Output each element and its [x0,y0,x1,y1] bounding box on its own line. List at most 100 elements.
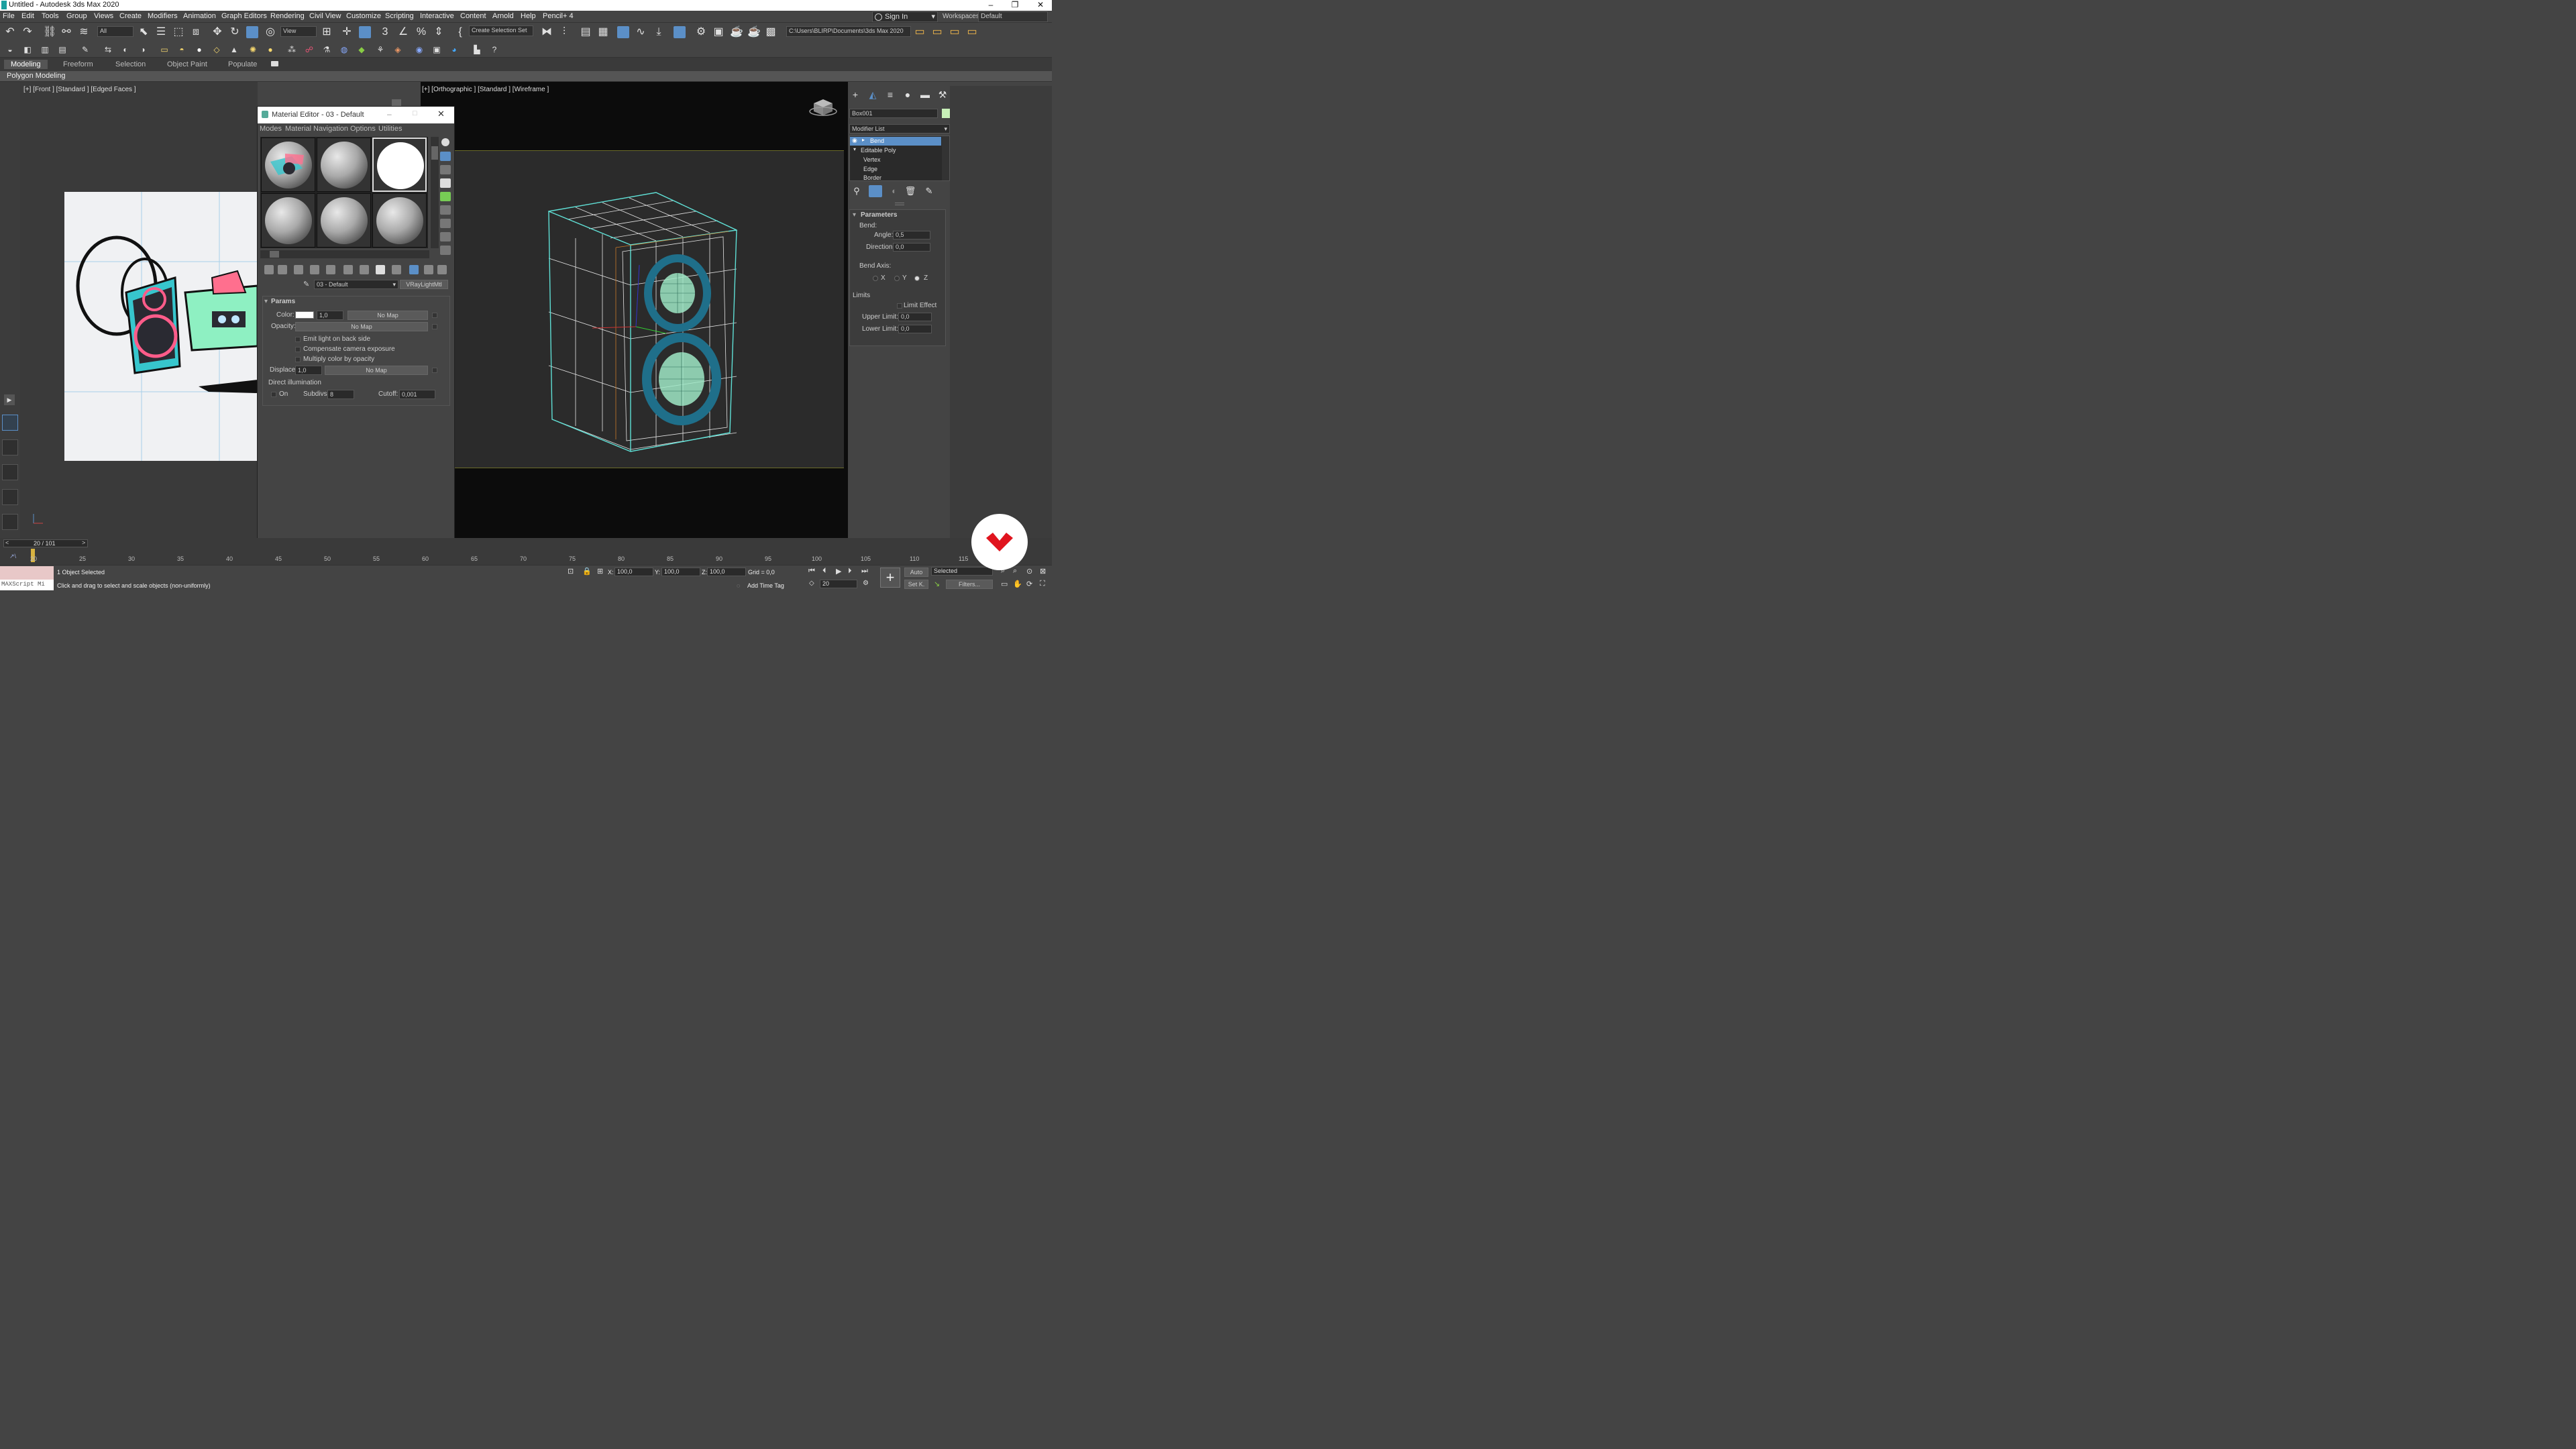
sample-slot-4[interactable] [261,193,315,248]
remove-modifier-icon[interactable]: 🗑 [904,185,916,197]
vray-bucket-icon[interactable]: ◐ [119,44,131,56]
vray-sphere-light-icon[interactable]: ● [193,44,205,56]
menu-help[interactable]: Help [521,12,536,20]
slots-scrollbar[interactable] [431,137,439,248]
absolute-mode-icon[interactable]: ⊞ [597,567,603,576]
reset-material-icon[interactable] [310,265,319,274]
workspace-select[interactable]: Default [978,11,1048,22]
go-to-start-icon[interactable]: ⏮ [808,567,815,576]
modify-tab-icon[interactable]: ◭ [867,89,879,101]
curve-editor-icon[interactable]: ∿ [635,26,647,38]
polygon-modeling-label[interactable]: Polygon Modeling [7,72,65,80]
time-config-icon[interactable]: ⚙ [863,580,869,587]
window-crossing-icon[interactable]: ⧈ [190,26,202,38]
menu-rendering[interactable]: Rendering [270,12,305,20]
color-map-checkbox[interactable] [432,313,437,318]
get-material-icon[interactable] [264,265,274,274]
select-manipulate-icon[interactable]: ✛ [341,26,353,38]
save-folder-icon[interactable]: ▭ [949,26,961,38]
pencil-settings-icon[interactable]: ▤ [56,44,68,56]
panel-divider[interactable] [895,203,904,205]
rollout-collapse-icon[interactable]: ▾ [853,211,856,219]
eyedropper-icon[interactable]: ✎ [303,280,309,288]
next-frame-icon[interactable]: ⏵ [848,567,852,576]
add-time-tag-button[interactable]: Add Time Tag [747,582,784,589]
put-to-library-icon[interactable] [360,265,369,274]
minimize-button[interactable]: – [983,0,998,11]
color-multiplier-spinner[interactable]: 1,0 [317,311,343,320]
me-menu-navigation[interactable]: Navigation [313,125,348,133]
place-icon[interactable]: ◎ [264,26,276,38]
ortho-viewport-label[interactable]: [+] [Orthographic ] [Standard ] [Wirefra… [422,86,549,93]
schematic-view-icon[interactable]: ⤓ [653,26,665,38]
select-by-name-icon[interactable]: ☰ [155,26,167,38]
ribbon-toggle-icon[interactable] [617,26,629,38]
material-editor-window[interactable]: Material Editor - 03 - Default – □ ✕ Mod… [257,106,455,555]
object-name-field[interactable]: Box001 [849,109,938,118]
eye-icon[interactable]: ◉ [852,137,857,144]
reference-coord-select[interactable]: View [280,26,317,37]
go-to-end-icon[interactable]: ⏭ [861,567,868,576]
current-frame-field[interactable]: 20 [820,580,857,588]
track-bar[interactable]: 20 25 30 35 40 45 50 55 60 65 70 75 80 8… [20,549,986,564]
make-unique-icon[interactable] [343,265,353,274]
layout-split-button[interactable] [2,464,18,480]
key-mode-toggle-icon[interactable]: ◇ [809,580,814,587]
pan-view-icon[interactable]: ✋ [1013,580,1022,588]
rotate-icon[interactable]: ↻ [229,26,241,38]
menu-modifiers[interactable]: Modifiers [148,12,178,20]
select-object-icon[interactable]: ⬉ [138,26,150,38]
select-by-material-icon[interactable] [440,232,451,241]
params-rollout-title[interactable]: Params [271,298,295,305]
menu-animation[interactable]: Animation [183,12,216,20]
tab-freeform[interactable]: Freeform [63,60,93,68]
viewcube-icon[interactable] [808,95,838,118]
project-folder-icon[interactable]: ▭ [914,26,926,38]
tab-modeling[interactable]: Modeling [4,60,48,69]
display-tab-icon[interactable]: ▬ [919,89,931,101]
selection-filter-select[interactable]: All [97,26,133,37]
me-close-button[interactable]: ✕ [437,109,445,119]
vray-vfb-icon[interactable]: ▙ [471,44,483,56]
vray-ambient-light-icon[interactable]: ● [264,44,276,56]
sample-slot-1[interactable] [261,138,315,192]
vray-ies-light-icon[interactable]: ◇ [211,44,223,56]
prev-frame-arrow-icon[interactable]: < [5,539,9,546]
render-iterative-icon[interactable]: ☕ [747,26,761,38]
me-menu-utilities[interactable]: Utilities [378,125,402,133]
vray-proxy-icon[interactable]: ☍ [303,44,315,56]
render-cloud-icon[interactable]: ▩ [765,26,777,38]
utilities-tab-icon[interactable]: ⚒ [936,89,949,101]
menu-views[interactable]: Views [94,12,113,20]
auto-key-button[interactable]: Auto [904,568,928,577]
project-path-select[interactable]: C:\Users\BLIRP\Documents\3ds Max 2020 [786,26,911,37]
menu-tools[interactable]: Tools [42,12,59,20]
percent-snap-icon[interactable]: % [415,26,427,38]
spinner-snap-icon[interactable]: ⇕ [433,26,445,38]
stack-scrollbar[interactable] [942,136,949,180]
make-copy-icon[interactable] [326,265,335,274]
zoom-extents-all-icon[interactable]: ⊠ [1040,567,1046,576]
collapse-arrow-icon[interactable]: ▾ [853,146,856,152]
backlight-icon[interactable] [440,152,451,161]
menu-civil-view[interactable]: Civil View [309,12,341,20]
speaker-box-wireframe[interactable] [455,151,844,469]
axis-y-radio[interactable] [894,276,900,281]
vray-icon[interactable]: ✎ [79,44,91,56]
asset-folder-icon[interactable]: ▭ [966,26,978,38]
material-editor-titlebar[interactable]: Material Editor - 03 - Default – □ ✕ [258,107,454,123]
show-end-result-icon[interactable] [409,265,419,274]
rect-selection-icon[interactable]: ⬚ [172,26,184,38]
stack-item-edge[interactable]: Edge [850,165,941,174]
edit-named-selections-icon[interactable]: { [454,26,466,38]
maxscript-mini-input[interactable]: MAXScript Mi [0,580,54,590]
y-coordinate-field[interactable]: 100,0 [661,568,700,576]
open-folder-icon[interactable]: ▭ [931,26,943,38]
menu-edit[interactable]: Edit [21,12,34,20]
filters-button[interactable]: Filters... [946,580,993,589]
displace-spinner[interactable]: 1,0 [295,366,322,375]
displace-map-button[interactable]: No Map [325,366,428,375]
layer-explorer-icon[interactable]: ▦ [597,26,609,38]
menu-pencil[interactable]: Pencil+ 4 [543,12,574,20]
make-unique-stack-icon[interactable]: ◐ [888,185,900,197]
